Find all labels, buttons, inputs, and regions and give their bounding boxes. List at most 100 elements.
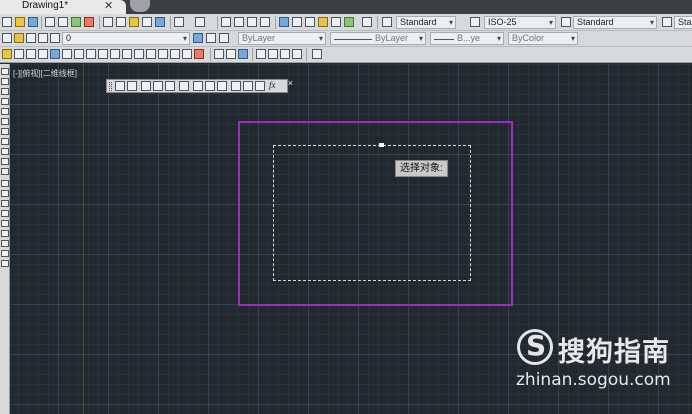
zoom-realtime-icon[interactable] <box>234 17 244 27</box>
layer-freeze-icon[interactable] <box>26 33 36 43</box>
copy-object-icon[interactable] <box>14 49 24 59</box>
viewport-controls-label[interactable]: [-][俯视][二维线框] <box>13 68 77 79</box>
close-icon[interactable]: × <box>288 78 293 88</box>
ucs-origin-icon[interactable] <box>193 81 203 91</box>
break-at-point-icon[interactable] <box>134 49 144 59</box>
join-icon[interactable] <box>158 49 168 59</box>
offset-icon[interactable] <box>38 49 48 59</box>
circle-icon[interactable] <box>1 128 9 135</box>
layer-lock-icon[interactable] <box>38 33 48 43</box>
make-current-layer-icon[interactable] <box>193 33 203 43</box>
save-icon[interactable] <box>28 17 38 27</box>
scale-icon[interactable] <box>86 49 96 59</box>
ucs-delete-icon[interactable] <box>243 81 253 91</box>
print-preview-icon[interactable] <box>58 17 68 27</box>
linetype-select[interactable]: ByLayer ▾ <box>330 32 426 45</box>
properties-icon[interactable] <box>279 17 289 27</box>
ucs-x-icon[interactable] <box>231 81 241 91</box>
chamfer-icon[interactable] <box>170 49 180 59</box>
array-icon[interactable] <box>50 49 60 59</box>
erase-icon[interactable] <box>2 49 12 59</box>
quickcalc-icon[interactable] <box>344 17 354 27</box>
rotate-icon[interactable] <box>74 49 84 59</box>
text-front-icon[interactable] <box>256 49 266 59</box>
make-block-icon[interactable] <box>1 190 9 197</box>
mirror-icon[interactable] <box>26 49 36 59</box>
insert-block-icon[interactable] <box>1 180 9 187</box>
redo-icon[interactable] <box>195 17 205 27</box>
hatch-icon[interactable] <box>1 210 9 217</box>
new-tab-button[interactable] <box>130 0 150 12</box>
add-selected-icon[interactable] <box>1 260 9 267</box>
construction-line-icon[interactable] <box>1 78 9 85</box>
multileader-style-select[interactable]: Sta <box>674 16 692 29</box>
print-icon[interactable] <box>45 17 55 27</box>
rectangle-icon[interactable] <box>1 108 9 115</box>
draw-order-dropdown-icon[interactable] <box>312 49 322 59</box>
ucs-3point-icon[interactable] <box>217 81 227 91</box>
spline-icon[interactable] <box>1 148 9 155</box>
color-select[interactable]: ByLayer ▾ <box>238 32 326 45</box>
stretch-icon[interactable] <box>98 49 108 59</box>
design-center-icon[interactable] <box>292 17 302 27</box>
dim-style-select[interactable]: ISO-25 ▾ <box>484 16 556 29</box>
undo-icon[interactable] <box>174 17 184 27</box>
layer-select[interactable]: 0 ▾ <box>62 32 190 45</box>
layer-on-icon[interactable] <box>14 33 24 43</box>
explode-icon[interactable] <box>194 49 204 59</box>
table-icon[interactable] <box>1 240 9 247</box>
trim-icon[interactable] <box>110 49 120 59</box>
dims-front-icon[interactable] <box>268 49 278 59</box>
ucs-view-icon[interactable] <box>179 81 189 91</box>
pan-icon[interactable] <box>221 17 231 27</box>
text-style-select[interactable]: Standard ▾ <box>396 16 456 29</box>
arc-icon[interactable] <box>1 118 9 125</box>
toolbar-grip[interactable] <box>109 82 112 91</box>
extend-icon[interactable] <box>122 49 132 59</box>
ucs-apply-icon[interactable] <box>255 81 265 91</box>
lineweight-select[interactable]: B...ye ▾ <box>430 32 504 45</box>
ucs-previous-icon[interactable] <box>141 81 151 91</box>
publish-icon[interactable] <box>71 17 81 27</box>
hatch-back-icon[interactable] <box>292 49 302 59</box>
point-icon[interactable] <box>1 200 9 207</box>
close-icon[interactable]: ✕ <box>104 0 113 12</box>
line-icon[interactable] <box>1 68 9 75</box>
ellipse-arc-icon[interactable] <box>1 168 9 175</box>
zoom-previous-icon[interactable] <box>260 17 270 27</box>
polyline-icon[interactable] <box>1 88 9 95</box>
bring-front-icon[interactable] <box>226 49 236 59</box>
layer-state-icon[interactable] <box>219 33 229 43</box>
help-icon[interactable] <box>362 17 372 27</box>
markup-icon[interactable] <box>331 17 341 27</box>
document-tab[interactable]: Drawing1* ✕ <box>0 0 126 14</box>
tool-palettes-icon[interactable] <box>305 17 315 27</box>
layer-previous-icon[interactable] <box>206 33 216 43</box>
paste-icon[interactable] <box>129 17 139 27</box>
table-style-select[interactable]: Standard ▾ <box>573 16 657 29</box>
ellipse-icon[interactable] <box>1 158 9 165</box>
move-icon[interactable] <box>62 49 72 59</box>
fillet-icon[interactable] <box>182 49 192 59</box>
ucs-object-icon[interactable] <box>165 81 175 91</box>
ucs-world-icon[interactable] <box>127 81 137 91</box>
ucs-zaxis-icon[interactable] <box>205 81 215 91</box>
match-properties-icon[interactable] <box>142 17 152 27</box>
gradient-icon[interactable] <box>1 220 9 227</box>
function-icon[interactable]: fx <box>269 80 276 90</box>
polygon-icon[interactable] <box>1 98 9 105</box>
ucs-face-icon[interactable] <box>153 81 163 91</box>
revision-cloud-icon[interactable] <box>1 138 9 145</box>
plot-style-select[interactable]: ByColor ▾ <box>508 32 578 45</box>
draw-order-icon[interactable] <box>214 49 224 59</box>
leaders-front-icon[interactable] <box>280 49 290 59</box>
open-folder-icon[interactable] <box>15 17 25 27</box>
mtext-icon[interactable] <box>1 250 9 257</box>
3d-dwf-icon[interactable] <box>84 17 94 27</box>
break-icon[interactable] <box>146 49 156 59</box>
cut-icon[interactable] <box>103 17 113 27</box>
send-back-icon[interactable] <box>238 49 248 59</box>
new-file-icon[interactable] <box>2 17 12 27</box>
layer-properties-icon[interactable] <box>2 33 12 43</box>
copy-icon[interactable] <box>116 17 126 27</box>
